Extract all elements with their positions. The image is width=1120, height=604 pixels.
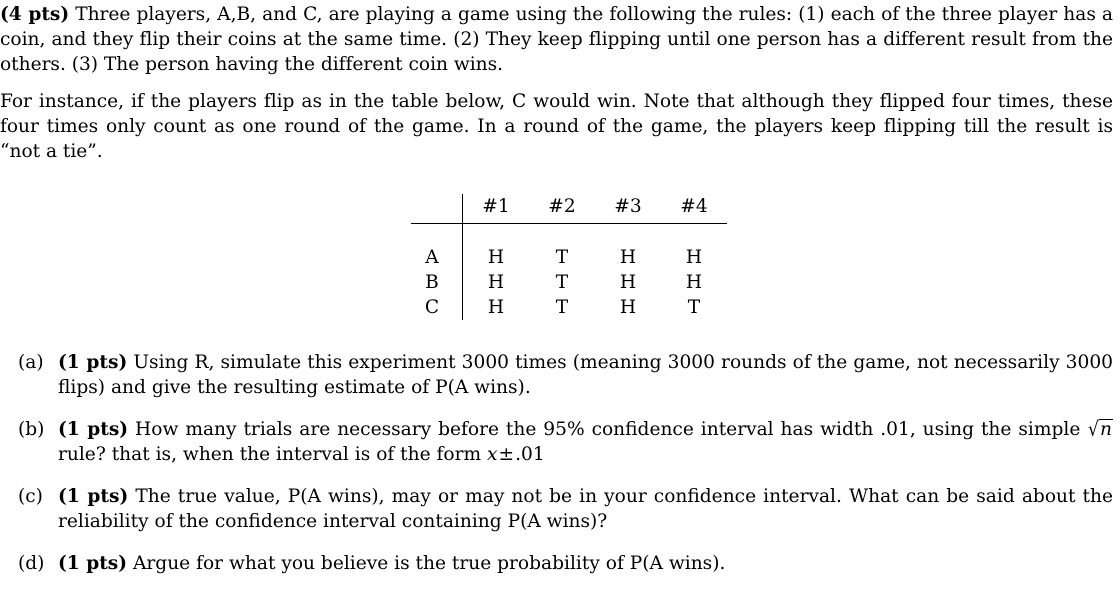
points-label-a: (1 pts) [58, 352, 128, 373]
radical-sign-icon: √ [1088, 417, 1100, 441]
table-cell-a-3: H [619, 247, 637, 268]
table-cell-b-1: H [487, 272, 505, 293]
math-variable-x: x [487, 444, 498, 465]
points-label-b: (1 pts) [58, 419, 129, 440]
flip-table-container: #1 #2 #3 #4 A H T H H B H T H H C H T H … [0, 194, 1120, 320]
question-item-c: (c) (1 pts) The true value, P(A wins), ma… [0, 484, 1113, 534]
sqrt-radicand: n [1099, 419, 1113, 440]
question-body-b: (1 pts) How many trials are necessary be… [58, 419, 1113, 465]
table-header-row: #1 #2 #3 #4 [411, 194, 727, 224]
table-cell-c-4: T [687, 297, 701, 318]
table-row: C H T H T [411, 295, 727, 320]
question-label-c: (c) [18, 486, 43, 507]
question-text-b-part1: How many trials are necessary before the… [128, 419, 1088, 440]
question-text-d: Argue for what you believe is the true p… [127, 553, 726, 574]
table-row: A H T H H [411, 223, 727, 270]
table-cell-c-1: H [487, 297, 505, 318]
table-cell-c-2: T [555, 297, 569, 318]
table-cell-b-4: H [685, 272, 703, 293]
paragraph-intro: (4 pts) Three players, A,B, and C, are p… [0, 2, 1113, 77]
question-label-a: (a) [18, 352, 44, 373]
question-body-d: (1 pts) Argue for what you believe is th… [58, 553, 725, 574]
question-item-a: (a) (1 pts) Using R, simulate this experi… [0, 350, 1113, 400]
table-cell-a-2: T [555, 247, 569, 268]
table-cell-b-2: T [555, 272, 569, 293]
paragraph-instance-text: For instance, if the players flip as in … [0, 91, 1113, 162]
document-page: (4 pts) Three players, A,B, and C, are p… [0, 2, 1120, 604]
table-cell-c-3: H [619, 297, 637, 318]
question-body-a: (1 pts) Using R, simulate this experimen… [58, 352, 1113, 398]
paragraph-instance: For instance, if the players flip as in … [0, 89, 1113, 164]
plus-minus-icon: ± [498, 444, 515, 465]
paragraph-intro-text: Three players, A,B, and C, are playing a… [0, 4, 1113, 75]
table-row-label-b: B [411, 270, 463, 295]
table-cell-b-3: H [619, 272, 637, 293]
table-column-header-3: #3 [595, 194, 661, 224]
table-column-header-4: #4 [661, 194, 727, 224]
question-body-c: (1 pts) The true value, P(A wins), may o… [58, 486, 1113, 532]
question-label-b: (b) [18, 419, 45, 440]
table-row-label-c: C [411, 295, 463, 320]
question-text-c: The true value, P(A wins), may or may no… [58, 486, 1113, 532]
table-row-label-a: A [411, 223, 463, 270]
question-text-a: Using R, simulate this experiment 3000 t… [58, 352, 1113, 398]
table-cell-a-4: H [685, 247, 703, 268]
question-item-d: (d) (1 pts) Argue for what you believe is… [0, 551, 1113, 576]
points-label-c: (1 pts) [58, 486, 129, 507]
table-body: A H T H H B H T H H C H T H T [411, 223, 727, 320]
sqrt-n-expression: √n [1087, 417, 1113, 442]
points-label-intro: (4 pts) [0, 4, 70, 25]
question-text-b-part2: rule? that is, when the interval is of t… [58, 444, 488, 465]
table-column-header-2: #2 [529, 194, 595, 224]
table-header: #1 #2 #3 #4 [411, 194, 727, 224]
table-cell-a-1: H [487, 247, 505, 268]
table-row: B H T H H [411, 270, 727, 295]
flip-results-table: #1 #2 #3 #4 A H T H H B H T H H C H T H … [411, 194, 727, 320]
question-list: (a) (1 pts) Using R, simulate this experi… [0, 350, 1120, 576]
points-label-d: (1 pts) [58, 553, 128, 574]
math-value-b: .01 [515, 444, 545, 465]
table-corner-cell [411, 194, 463, 224]
table-column-header-1: #1 [462, 194, 529, 224]
question-label-d: (d) [18, 553, 45, 574]
question-item-b: (b) (1 pts) How many trials are necessary… [0, 417, 1113, 467]
